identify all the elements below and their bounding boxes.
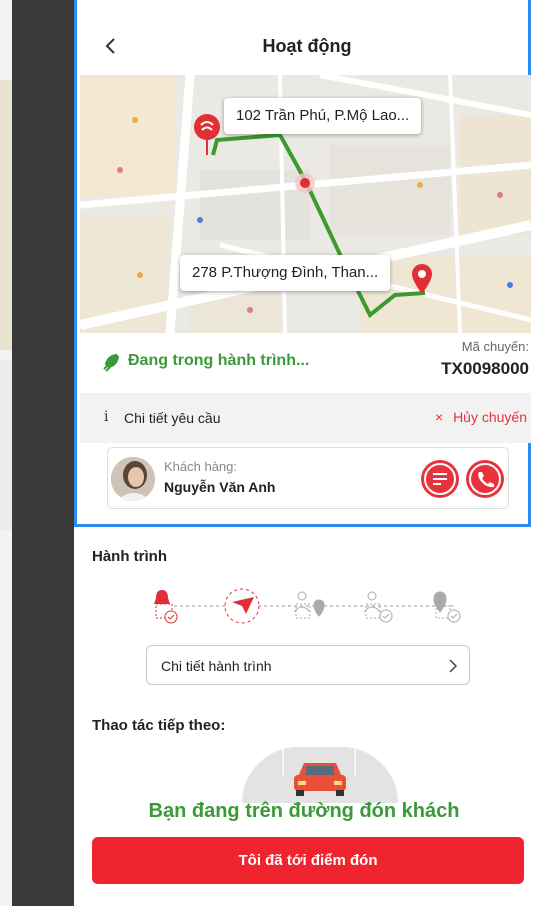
step-picked-up-icon (293, 591, 325, 619)
avatar (111, 457, 155, 501)
trip-code: TX0098000 (441, 359, 529, 378)
overlay-dim-bar (12, 0, 74, 906)
info-icon: i (104, 409, 109, 425)
request-detail-row: i Chi tiết yêu cầu × Hủy chuyến (80, 393, 531, 443)
journey-title: Hành trình (92, 548, 167, 565)
rocket-icon (103, 353, 120, 372)
customer-name: Nguyễn Văn Anh (164, 479, 276, 495)
cancel-trip-label: Hủy chuyến (453, 409, 527, 425)
background-panel-fragment (0, 360, 12, 530)
customer-card: Khách hàng: Nguyễn Văn Anh (107, 447, 509, 509)
journey-detail-label: Chi tiết hành trình (161, 658, 272, 674)
chat-icon (424, 463, 456, 495)
step-on-the-way-icon (224, 588, 260, 624)
pickup-address-label: 102 Trần Phú, P.Mộ Lao... (224, 98, 422, 134)
customer-label: Khách hàng: (164, 459, 238, 474)
close-icon: × (434, 409, 444, 425)
background-app-edge (0, 0, 12, 906)
journey-steps (74, 582, 534, 642)
cancel-trip-button[interactable]: × Hủy chuyến (435, 409, 527, 425)
route-map[interactable]: 102 Trần Phú, P.Mộ Lao... 278 P.Thượng Đ… (80, 75, 531, 333)
trip-code-label: Mã chuyến: (461, 339, 529, 354)
request-detail-link[interactable]: Chi tiết yêu cầu (124, 410, 221, 426)
step-completed-icon (433, 591, 461, 623)
trip-card: Hoạt động 102 Trần Phú, P.Mộ Lao... 278 … (74, 0, 531, 527)
trip-status-text: Đang trong hành trình... (128, 352, 310, 369)
activity-screen: Hoạt động 102 Trần Phú, P.Mộ Lao... 278 … (74, 0, 534, 906)
step-driver-accepted-icon (154, 590, 178, 624)
map-pin-icon (412, 264, 432, 294)
pickup-pin-icon (194, 114, 220, 155)
next-action-message: Bạn đang trên đường đón khách (148, 800, 460, 822)
step-arrived-icon (363, 591, 393, 623)
arrived-pickup-button[interactable]: Tôi đã tới điểm đón (92, 837, 524, 884)
header: Hoạt động (77, 0, 534, 75)
chat-button[interactable] (421, 460, 459, 498)
trip-status-row: Đang trong hành trình... Mã chuyến: TX00… (80, 333, 531, 393)
call-button[interactable] (466, 460, 504, 498)
phone-icon (469, 463, 501, 495)
background-map-fragment (0, 80, 12, 350)
car-icon (282, 747, 356, 796)
page-title: Hoạt động (262, 36, 352, 56)
journey-detail-button[interactable]: Chi tiết hành trình (146, 645, 470, 685)
car-illustration (242, 747, 398, 803)
next-action-title: Thao tác tiếp theo: (92, 717, 226, 734)
dropoff-address-label: 278 P.Thượng Đình, Than... (180, 255, 391, 291)
chevron-right-icon (449, 659, 458, 673)
